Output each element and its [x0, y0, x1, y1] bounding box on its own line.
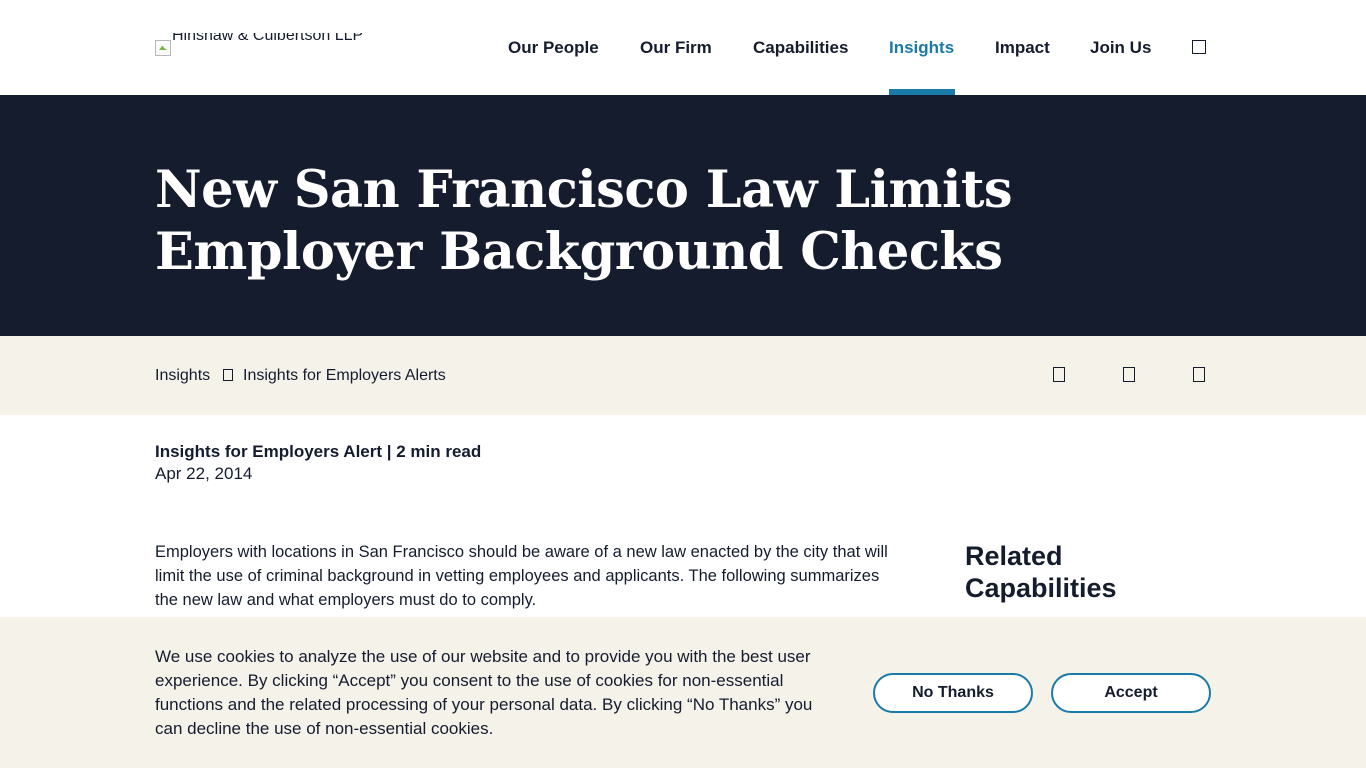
- search-icon[interactable]: [1192, 40, 1206, 54]
- share-icon[interactable]: [1053, 367, 1065, 382]
- nav-insights[interactable]: Insights: [889, 37, 954, 59]
- article-body: Employers with locations in San Francisc…: [155, 543, 888, 609]
- site-header: Hinshaw & Culbertson LLP Our People Our …: [0, 0, 1366, 95]
- accept-button[interactable]: Accept: [1051, 673, 1211, 713]
- cookie-text: We use cookies to analyze the use of our…: [155, 647, 813, 738]
- nav-our-people[interactable]: Our People: [508, 37, 599, 59]
- article-date: Apr 22, 2014: [155, 464, 253, 483]
- hero-banner: New San Francisco Law Limits Employer Ba…: [0, 95, 1366, 336]
- firm-logo[interactable]: Hinshaw & Culbertson LLP: [155, 33, 380, 57]
- share-icon[interactable]: [1193, 367, 1205, 382]
- nav-capabilities[interactable]: Capabilities: [753, 37, 848, 59]
- page-title: New San Francisco Law Limits Employer Ba…: [155, 160, 1013, 282]
- nav-join-us[interactable]: Join Us: [1090, 37, 1151, 59]
- share-icon[interactable]: [1123, 367, 1135, 382]
- broken-image-icon: [155, 40, 171, 56]
- cookie-banner: We use cookies to analyze the use of our…: [0, 617, 1366, 768]
- logo-alt-text: Hinshaw & Culbertson LLP: [172, 33, 364, 44]
- no-thanks-button[interactable]: No Thanks: [873, 673, 1033, 713]
- breadcrumb-employers-alerts[interactable]: Insights for Employers Alerts: [243, 367, 446, 385]
- breadcrumb-bar: Insights Insights for Employers Alerts: [0, 336, 1366, 415]
- related-capabilities-heading: Related Capabilities: [965, 541, 1117, 603]
- nav-impact[interactable]: Impact: [995, 37, 1050, 59]
- nav-our-firm[interactable]: Our Firm: [640, 37, 712, 59]
- chevron-right-icon: [223, 369, 233, 381]
- article-meta: Insights for Employers Alert | 2 min rea…: [155, 442, 482, 461]
- breadcrumb-insights[interactable]: Insights: [155, 367, 210, 385]
